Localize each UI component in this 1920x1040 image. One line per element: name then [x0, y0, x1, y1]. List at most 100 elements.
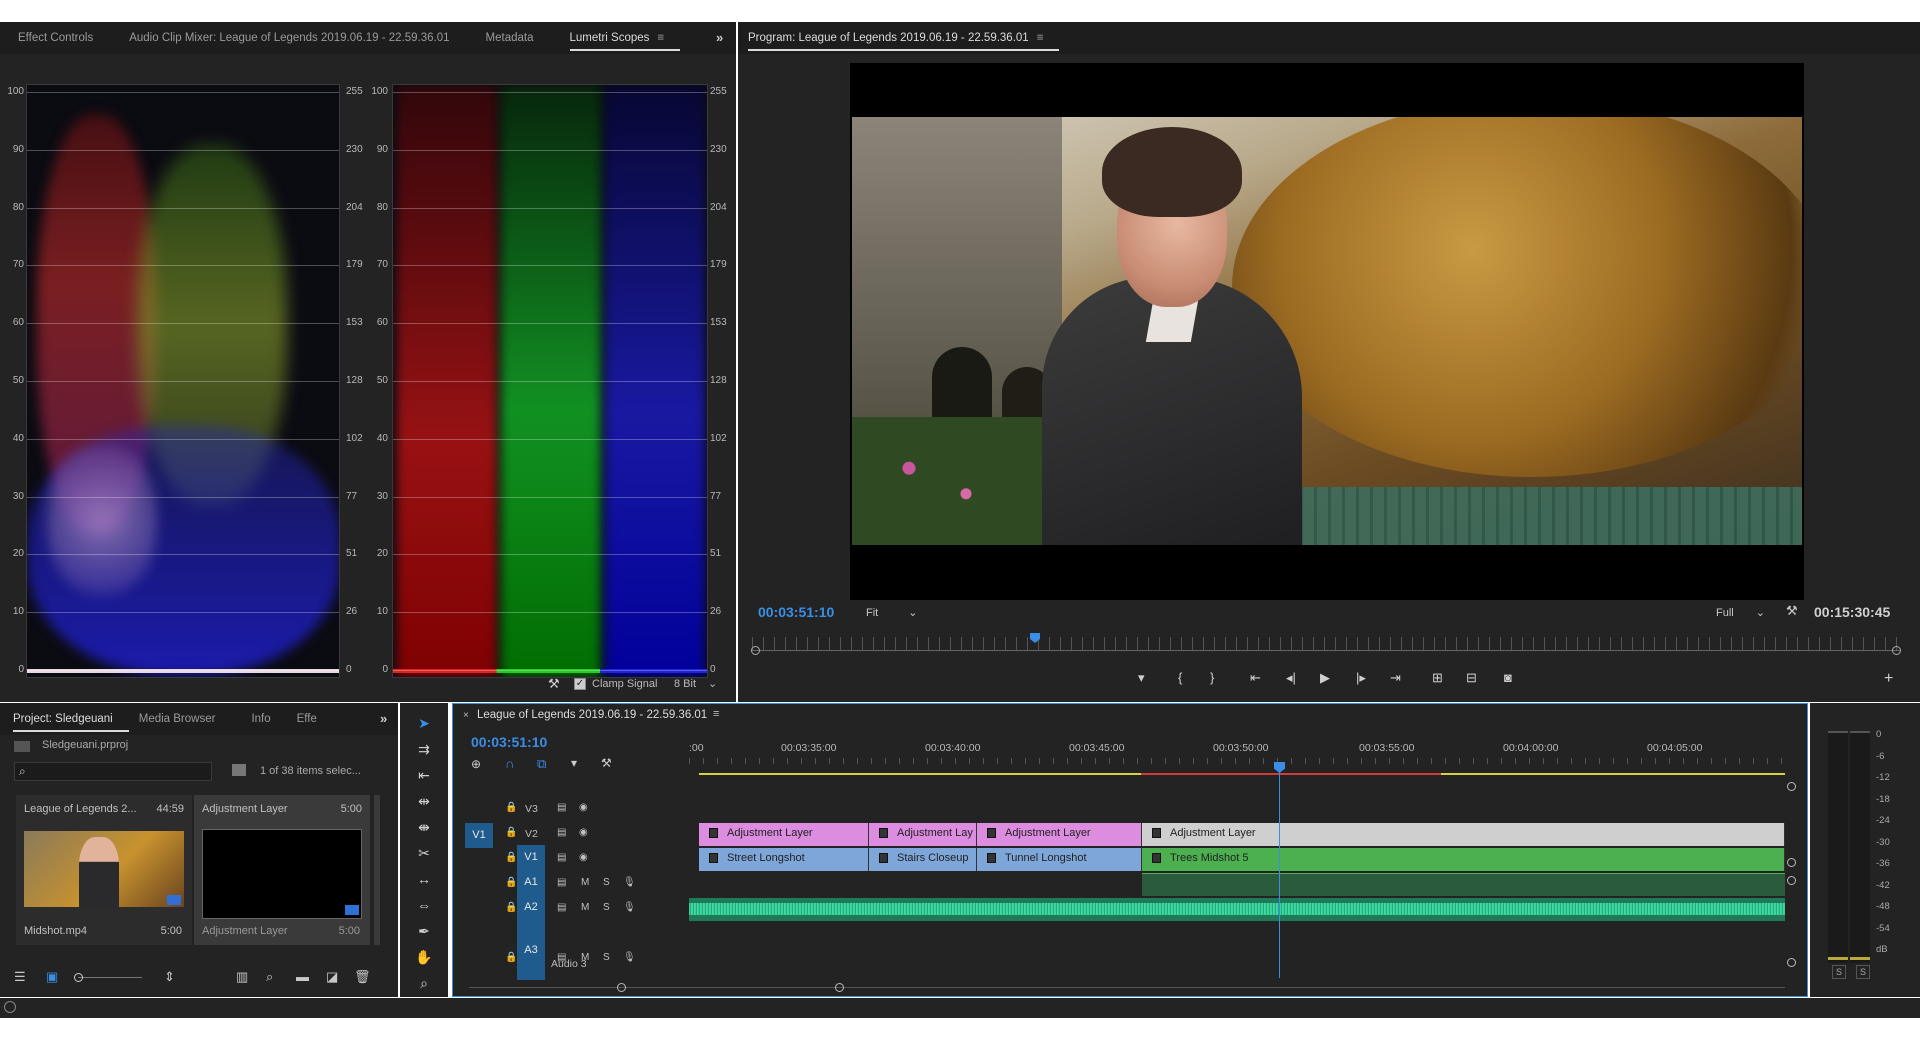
toggle-sync-icon[interactable]: ▤	[557, 802, 566, 813]
solo-left-button[interactable]: S	[1832, 965, 1846, 979]
new-bin-icon[interactable]: ▬	[296, 969, 309, 984]
solo-button[interactable]: S	[603, 877, 610, 888]
new-item-icon[interactable]: ◪	[326, 969, 338, 985]
hand-tool-icon[interactable]: ✋	[412, 947, 436, 967]
tab-project[interactable]: Project: Sledgeuani	[13, 713, 129, 732]
project-item-adjustment[interactable]: Adjustment Layer 5:00 Adjustment Layer 5…	[194, 795, 370, 945]
sync-lock-icon[interactable]: ▤	[557, 877, 566, 888]
wrench-icon[interactable]: ⚒	[548, 676, 560, 692]
razor-tool-icon[interactable]: ✂	[412, 843, 436, 863]
lock-icon[interactable]: 🔒	[505, 802, 517, 813]
zoom-slider[interactable]	[78, 977, 142, 978]
zoom-handle-left[interactable]	[751, 646, 760, 655]
project-search-input[interactable]: ⌕	[14, 762, 212, 781]
clip-v2-adjustment-2[interactable]: Adjustment Lay	[869, 823, 977, 846]
go-to-in-button[interactable]: ⇤	[1250, 670, 1261, 686]
eye-icon[interactable]: ◉	[579, 827, 588, 838]
scroll-handle-left[interactable]	[617, 983, 626, 992]
slide-tool-icon[interactable]: ⇔	[412, 895, 436, 915]
eye-icon[interactable]: ◉	[579, 852, 588, 863]
track-select-tool-icon[interactable]: ⇉	[412, 739, 436, 759]
timeline-horizontal-scrollbar[interactable]	[469, 987, 1785, 988]
lock-icon[interactable]: 🔒	[505, 827, 517, 838]
settings-wrench-icon[interactable]: ⚒	[1786, 603, 1798, 619]
mic-icon[interactable]: 🎙	[623, 902, 636, 913]
tab-audio-clip-mixer[interactable]: Audio Clip Mixer: League of Legends 2019…	[129, 32, 449, 44]
add-marker-icon[interactable]: ▾	[571, 756, 577, 770]
vertical-scroll-handle-bottom[interactable]	[1787, 958, 1796, 967]
clip-a1-trees-audio[interactable]	[1142, 873, 1785, 896]
slip-tool-icon[interactable]: ↔	[412, 869, 436, 889]
add-marker-button[interactable]: ▾	[1138, 670, 1145, 686]
vertical-scroll-handle-mid[interactable]	[1787, 858, 1796, 867]
toggle-sync-icon[interactable]: ▤	[557, 827, 566, 838]
tab-metadata[interactable]: Metadata	[486, 32, 534, 44]
rolling-edit-tool-icon[interactable]: ⇹	[412, 791, 436, 811]
clip-v1-street-longshot[interactable]: Street Longshot	[699, 848, 869, 871]
tab-info[interactable]: Info	[251, 713, 270, 725]
lift-button[interactable]: ⊞	[1432, 670, 1443, 686]
clip-v1-trees-midshot[interactable]: Trees Midshot 5	[1142, 848, 1785, 871]
project-item-league[interactable]: League of Legends 2... 44:59 Midshot.mp4…	[16, 795, 192, 945]
vertical-scroll-handle-top[interactable]	[1787, 782, 1796, 791]
mic-icon[interactable]: 🎙	[623, 877, 636, 888]
trash-icon[interactable]: 🗑	[354, 969, 371, 985]
clip-v2-adjustment-1[interactable]: Adjustment Layer	[699, 823, 869, 846]
track-v2-label[interactable]: V2	[525, 828, 538, 840]
clip-v1-tunnel-longshot[interactable]: Tunnel Longshot	[977, 848, 1142, 871]
toggle-sync-icon[interactable]: ▤	[557, 852, 566, 863]
new-search-bin-icon[interactable]	[232, 764, 246, 776]
selection-tool-icon[interactable]: ➤	[412, 713, 436, 733]
timeline-settings-wrench-icon[interactable]: ⚒	[601, 756, 612, 770]
mute-button[interactable]: M	[581, 952, 589, 963]
timeline-playhead-head[interactable]	[1274, 762, 1285, 773]
sync-lock-icon[interactable]: ▤	[557, 902, 566, 913]
clamp-signal-checkbox[interactable]: ✓	[574, 678, 586, 690]
sort-icon[interactable]: ⇕	[164, 969, 175, 985]
lock-icon[interactable]: 🔒	[505, 852, 517, 863]
step-back-button[interactable]: ◂|	[1286, 670, 1296, 686]
timeline-ruler[interactable]: :00 00:03:35:00 00:03:40:00 00:03:45:00 00:0…	[689, 742, 1785, 766]
mark-in-button[interactable]: {	[1178, 670, 1182, 685]
icon-view-icon[interactable]: ▣	[46, 969, 58, 985]
find-icon[interactable]: ⌕	[266, 969, 273, 985]
track-a1-label-box[interactable]: A1	[517, 870, 545, 895]
more-panels-chevron-icon[interactable]: »	[380, 711, 387, 726]
snap-icon[interactable]: ⊕	[471, 757, 481, 771]
mark-out-button[interactable]: }	[1210, 670, 1214, 685]
solo-button[interactable]: S	[603, 952, 610, 963]
zoom-slider-handle[interactable]	[74, 973, 83, 982]
clip-v2-adjustment-3[interactable]: Adjustment Layer	[977, 823, 1142, 846]
lock-icon[interactable]: 🔒	[505, 952, 517, 963]
pen-tool-icon[interactable]: ✒	[412, 921, 436, 941]
mute-button[interactable]: M	[581, 877, 589, 888]
solo-button[interactable]: S	[603, 902, 610, 913]
quality-dropdown[interactable]: Full ⌄	[1712, 604, 1774, 622]
track-a3-label-box[interactable]: A3	[517, 920, 545, 980]
clip-v1-stairs-closeup[interactable]: Stairs Closeup	[869, 848, 977, 871]
lock-icon[interactable]: 🔒	[505, 902, 517, 913]
close-tab-icon[interactable]: ×	[463, 710, 469, 721]
timeline-timecode[interactable]: 00:03:51:10	[471, 734, 547, 750]
zoom-scrollbar[interactable]	[752, 650, 1900, 651]
zoom-tool-icon[interactable]: ⌕	[412, 973, 436, 993]
track-v1-label-box[interactable]: V1	[517, 845, 545, 870]
mic-icon[interactable]: 🎙	[623, 952, 636, 963]
sync-lock-icon[interactable]: ▤	[557, 952, 566, 963]
list-view-icon[interactable]: ☰	[14, 969, 26, 985]
play-button[interactable]: ▶	[1320, 670, 1330, 686]
mute-button[interactable]: M	[581, 902, 589, 913]
tab-effects[interactable]: Effe	[297, 713, 317, 725]
tab-lumetri-scopes[interactable]: Lumetri Scopes ≡	[569, 32, 680, 51]
linked-selection-icon[interactable]: ∩	[505, 756, 514, 771]
solo-right-button[interactable]: S	[1856, 965, 1870, 979]
program-timecode[interactable]: 00:03:51:10	[758, 604, 834, 620]
hamburger-menu-icon[interactable]: ≡	[713, 708, 719, 720]
ripple-link-icon[interactable]: ⧉	[537, 756, 546, 772]
lock-icon[interactable]: 🔒	[505, 877, 517, 888]
rate-stretch-tool-icon[interactable]: ⇼	[412, 817, 436, 837]
source-patch-v1[interactable]: V1	[465, 823, 493, 848]
ripple-edit-tool-icon[interactable]: ⇤	[412, 765, 436, 785]
clip-v2-adjustment-4[interactable]: Adjustment Layer	[1142, 823, 1785, 846]
bit-depth-dropdown[interactable]: 8 Bit ⌄	[668, 674, 726, 694]
